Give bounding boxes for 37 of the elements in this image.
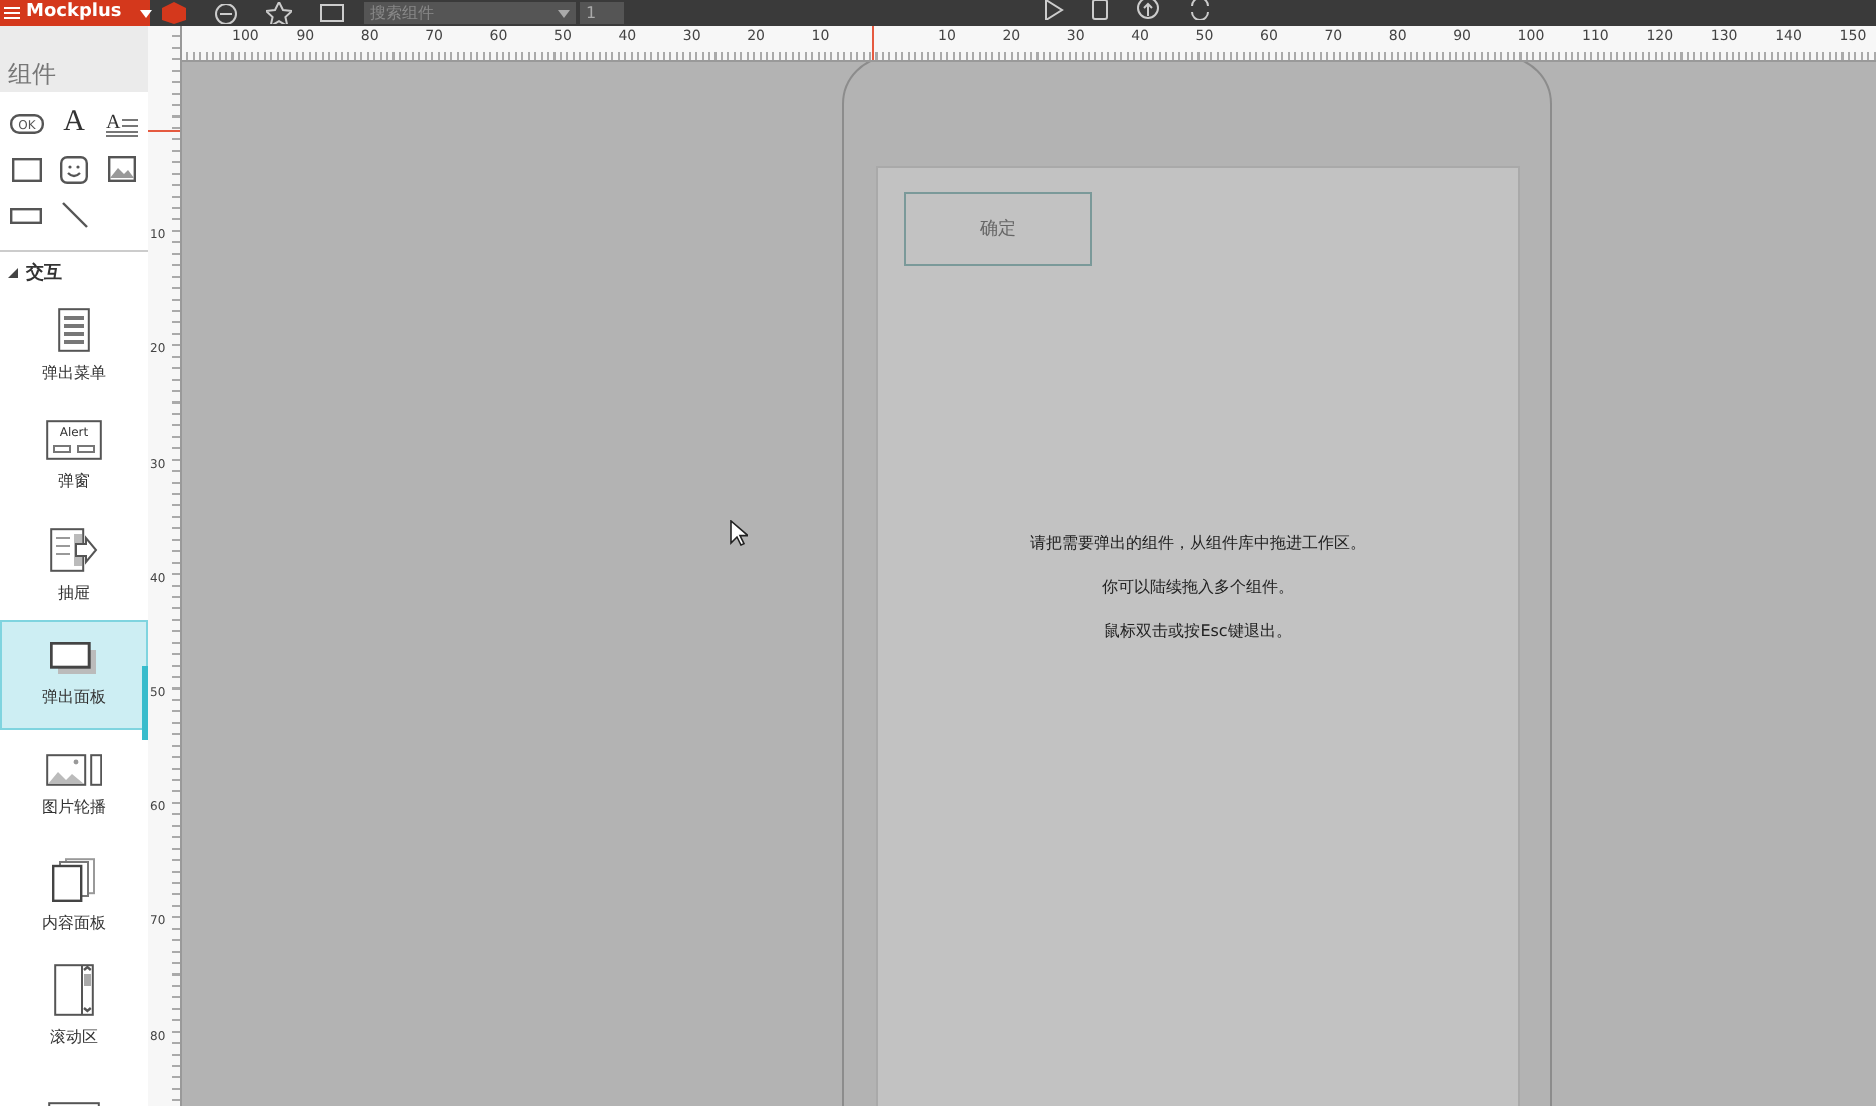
hint-text: 请把需要弹出的组件，从组件库中拖进工作区。: [1030, 532, 1366, 554]
app-logo-bar[interactable]: Mockplus: [0, 0, 150, 26]
hint-text: 鼠标双击或按Esc键退出。: [1104, 620, 1292, 642]
caret-icon[interactable]: [139, 9, 152, 17]
scrollbar-thumb[interactable]: [142, 666, 148, 740]
component-item[interactable]: 抽屉: [0, 510, 148, 620]
image-carousel-icon: [46, 753, 102, 785]
component-item[interactable]: 图片轮播: [0, 730, 148, 840]
section-header[interactable]: 交互: [26, 260, 62, 286]
menu-list-icon: [58, 307, 90, 351]
panel-title: 组件: [0, 26, 148, 92]
text-tool-icon[interactable]: A: [63, 106, 85, 140]
refresh-icon[interactable]: [1188, 0, 1212, 20]
component-item[interactable]: 滚动区: [0, 950, 148, 1060]
scroll-area-icon: [54, 963, 94, 1015]
ruler-marker: [148, 130, 180, 132]
image-icon[interactable]: [108, 156, 136, 182]
component-item[interactable]: 内容面板: [0, 840, 148, 950]
line-icon[interactable]: [61, 202, 87, 228]
expand-caret-icon[interactable]: [8, 268, 18, 278]
upload-icon[interactable]: [1136, 0, 1160, 20]
smiley-icon[interactable]: [60, 155, 88, 183]
app-name: Mockplus: [26, 0, 122, 26]
star-icon[interactable]: [266, 2, 292, 24]
play-icon[interactable]: [1044, 0, 1064, 20]
ruler-marker: [872, 26, 874, 60]
cursor-icon: [730, 520, 748, 546]
component-item[interactable]: 弹出菜单: [0, 290, 148, 400]
popup-panel-icon: [50, 642, 98, 676]
hint-text: 你可以陆续拖入多个组件。: [1102, 576, 1294, 598]
rectangle-icon[interactable]: [11, 157, 41, 181]
phone-icon[interactable]: [1092, 0, 1108, 20]
input-box-icon[interactable]: [10, 207, 42, 223]
drawer-icon: [50, 527, 98, 571]
menu-icon[interactable]: [4, 6, 20, 20]
stacked-pages-icon: [52, 857, 96, 901]
component-item[interactable]: 弹出面板: [0, 620, 148, 730]
